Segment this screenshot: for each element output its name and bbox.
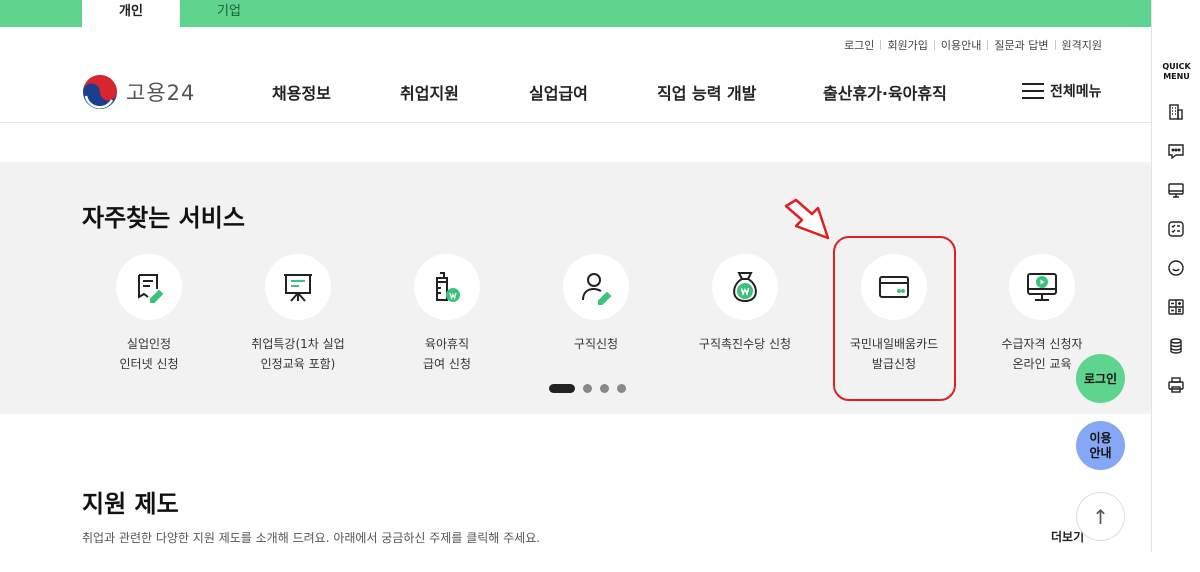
nav-employment-support[interactable]: 취업지원: [400, 80, 459, 104]
divider: [880, 40, 882, 50]
nav-jobs[interactable]: 채용정보: [272, 80, 331, 104]
utility-links: 로그인 회원가입 이용안내 질문과 답변 원격지원: [844, 37, 1102, 53]
remote-support-link[interactable]: 원격지원: [1062, 37, 1102, 53]
service-label-line1: 취업특강(1차 실업: [251, 337, 345, 351]
service-icon-circle: [414, 254, 480, 320]
service-label-line1: 육아휴직: [424, 337, 470, 351]
service-icon-circle: [116, 254, 182, 320]
quick-menu-title: QUICK MENU: [1152, 62, 1200, 82]
service-job-promotion-allowance[interactable]: 구직촉진수당 신청: [670, 254, 820, 354]
tab-business[interactable]: 기업: [180, 0, 278, 27]
guide-label-line2: 안내: [1089, 445, 1112, 460]
service-label-line1: 실업인정: [126, 337, 172, 351]
support-description: 취업과 관련한 다양한 지원 제도를 소개해 드려요. 아래에서 궁금하신 주제…: [82, 531, 541, 545]
service-label-line1: 수급자격 신청자: [1001, 337, 1083, 351]
coins-icon[interactable]: [1164, 334, 1188, 358]
nav-unemployment-benefit[interactable]: 실업급여: [529, 80, 588, 104]
person-pen-icon: [582, 273, 612, 305]
more-link[interactable]: 더보기: [1051, 528, 1084, 545]
baby-bottle-icon: [436, 272, 460, 302]
document-pen-icon: [138, 274, 164, 303]
hamburger-icon: [1022, 83, 1044, 99]
site-logo[interactable]: 고용24: [82, 74, 195, 110]
building-icon[interactable]: [1164, 100, 1188, 124]
pointer-arrow-icon: [784, 198, 830, 240]
taegeuk-logo-icon: [83, 75, 117, 109]
monitor-play-icon: [1027, 273, 1057, 301]
pagination-dot[interactable]: [583, 384, 592, 393]
calculator-icon[interactable]: [1164, 295, 1188, 319]
quick-title-line1: QUICK: [1162, 62, 1191, 71]
header-divider: [0, 122, 1151, 123]
quick-title-line2: MENU: [1163, 72, 1190, 81]
section-title: 자주찾는 서비스: [82, 204, 245, 232]
service-unemployment-recognition[interactable]: 실업인정 인터넷 신청: [74, 254, 224, 374]
smile-icon[interactable]: [1164, 256, 1188, 280]
scroll-top-button[interactable]: ↑: [1076, 492, 1125, 541]
service-employment-lecture[interactable]: 취업특강(1차 실업 인정교육 포함): [223, 254, 373, 374]
printer-icon[interactable]: [1164, 373, 1188, 397]
all-menu-button[interactable]: 전체메뉴: [1022, 81, 1102, 101]
signup-link[interactable]: 회원가입: [887, 37, 927, 53]
nav-vocational-training[interactable]: 직업 능력 개발: [657, 80, 756, 104]
highlight-box: [833, 236, 956, 401]
service-icon-circle: [265, 254, 331, 320]
quick-menu: QUICK MENU: [1151, 0, 1200, 552]
usage-guide-link[interactable]: 이용안내: [941, 37, 981, 53]
service-icon-circle: [1009, 254, 1075, 320]
checklist-icon[interactable]: [1164, 217, 1188, 241]
qna-link[interactable]: 질문과 답변: [994, 37, 1048, 53]
support-section-title: 지원 제도: [82, 490, 179, 518]
top-tab-bar: 개인 기업: [0, 0, 1151, 27]
pagination-dot[interactable]: [617, 384, 626, 393]
floating-guide-button[interactable]: 이용 안내: [1076, 421, 1125, 470]
money-bag-icon: [733, 272, 757, 303]
service-label-line2: 인정교육 포함): [260, 357, 336, 371]
presentation-board-icon: [284, 274, 312, 302]
frequent-services-section: 자주찾는 서비스 실업인정 인터넷 신청 취업특강(1차 실업 인정교육 포함): [0, 162, 1151, 414]
all-menu-label: 전체메뉴: [1050, 84, 1102, 100]
login-link[interactable]: 로그인: [844, 37, 874, 53]
service-label-line1: 구직신청: [573, 337, 619, 351]
service-parental-leave-benefit[interactable]: 육아휴직 급여 신청: [372, 254, 522, 374]
logo-text: 고용24: [126, 81, 196, 105]
pagination-dot[interactable]: [600, 384, 609, 393]
nav-parental-leave[interactable]: 출산휴가·육아휴직: [823, 80, 947, 104]
tab-personal[interactable]: 개인: [82, 0, 180, 27]
service-label-line2: 급여 신청: [423, 357, 471, 371]
service-icon-circle: [712, 254, 778, 320]
divider: [1054, 40, 1056, 50]
pagination-dot-active[interactable]: [549, 384, 575, 393]
service-icon-circle: [563, 254, 629, 320]
divider: [933, 40, 935, 50]
guide-label-line1: 이용: [1089, 430, 1112, 445]
carousel-pagination: [549, 384, 626, 393]
floating-login-button[interactable]: 로그인: [1076, 354, 1125, 403]
chat-icon[interactable]: [1164, 139, 1188, 163]
service-label-line2: 인터넷 신청: [119, 357, 179, 371]
monitor-icon[interactable]: [1164, 178, 1188, 202]
service-label-line1: 구직촉진수당 신청: [698, 337, 792, 351]
divider: [987, 40, 989, 50]
service-job-seeking[interactable]: 구직신청: [521, 254, 671, 354]
